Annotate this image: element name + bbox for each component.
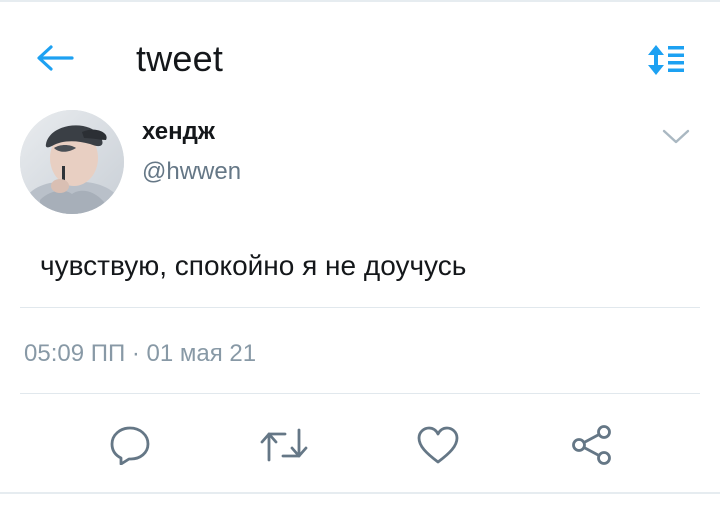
tweet-header: tweet bbox=[0, 2, 720, 98]
chevron-down-icon bbox=[662, 129, 690, 144]
tweet-timestamp: 05:09 ПП · 01 мая 21 bbox=[24, 340, 257, 367]
share-icon bbox=[572, 425, 611, 465]
sort-list-icon bbox=[648, 45, 684, 75]
reply-button[interactable] bbox=[102, 418, 158, 472]
arrow-left-icon bbox=[37, 45, 74, 71]
author-name[interactable]: хендж bbox=[142, 118, 215, 146]
profile-photo bbox=[20, 110, 124, 214]
like-icon bbox=[417, 426, 459, 464]
divider bbox=[20, 393, 700, 394]
reply-icon bbox=[110, 426, 150, 465]
retweet-button[interactable] bbox=[256, 418, 312, 472]
retweet-icon bbox=[260, 428, 308, 462]
bottom-border bbox=[0, 492, 720, 494]
back-button[interactable] bbox=[30, 38, 80, 78]
page-title: tweet bbox=[136, 38, 224, 79]
tweet-text: чувствую, спокойно я не доучусь bbox=[40, 250, 467, 281]
more-options-button[interactable] bbox=[656, 120, 696, 154]
avatar[interactable] bbox=[20, 110, 124, 214]
like-button[interactable] bbox=[410, 418, 466, 472]
share-button[interactable] bbox=[564, 418, 620, 472]
author-handle[interactable]: @hwwen bbox=[142, 158, 241, 186]
sort-button[interactable] bbox=[642, 40, 690, 80]
divider bbox=[20, 307, 700, 308]
